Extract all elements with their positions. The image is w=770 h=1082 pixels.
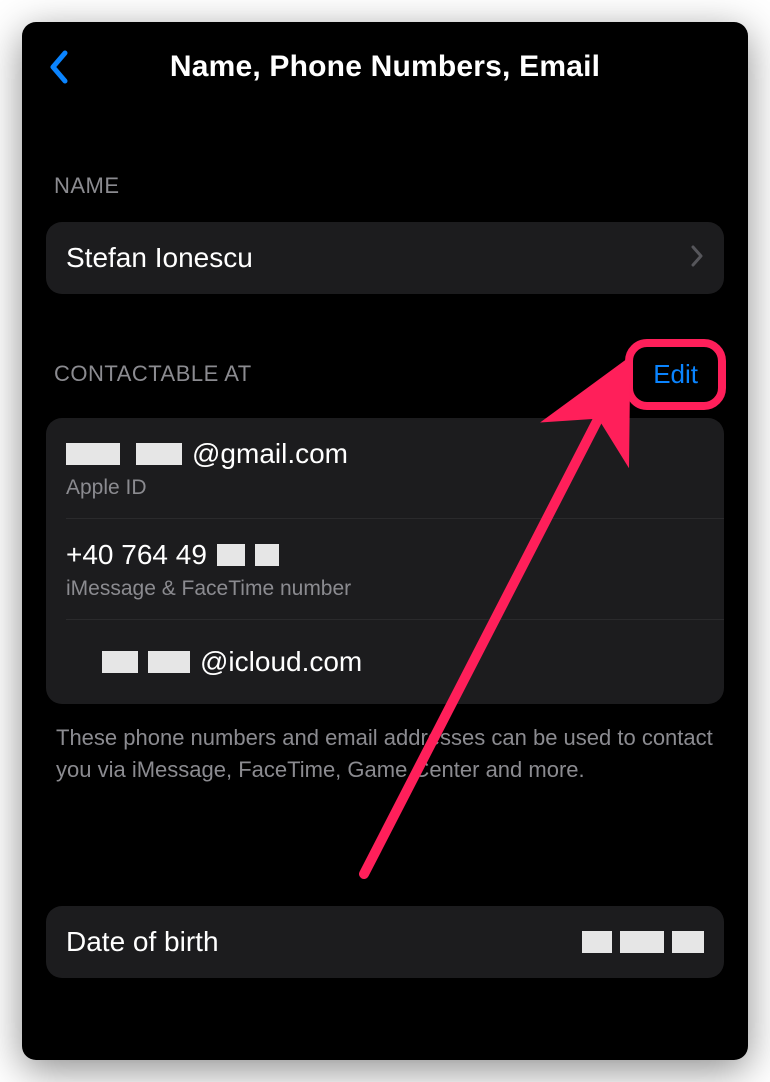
redacted-text [217,544,245,566]
name-row[interactable]: Stefan Ionescu [46,222,724,294]
header: Name, Phone Numbers, Email [22,22,748,112]
edit-button[interactable]: Edit [635,353,716,396]
page-title: Name, Phone Numbers, Email [22,50,748,84]
section-footer-contactable: These phone numbers and email addresses … [22,704,748,786]
section-header-name: NAME [22,160,748,212]
back-button[interactable] [34,43,82,91]
redacted-text [102,651,138,673]
contact-subtitle: iMessage & FaceTime number [66,577,704,601]
settings-screen: Name, Phone Numbers, Email NAME Stefan I… [22,22,748,1060]
redacted-text [582,931,612,953]
chevron-left-icon [47,49,69,85]
name-value: Stefan Ionescu [66,242,253,274]
section-header-contactable: CONTACTABLE AT Edit [22,348,748,400]
redacted-text [255,544,279,566]
redacted-text [136,443,182,465]
redacted-text [672,931,704,953]
redacted-text [620,931,664,953]
contact-value-prefix: +40 764 49 [66,539,207,571]
edit-button-label: Edit [653,359,698,389]
redacted-text [148,651,190,673]
contact-value-suffix: @icloud.com [200,646,362,678]
redacted-text [66,443,120,465]
dob-value-redacted [582,931,704,953]
contactable-card: @gmail.com Apple ID +40 764 49 iMessage … [46,418,724,704]
contact-value-suffix: @gmail.com [192,438,348,470]
section-label-name: NAME [54,173,120,199]
contact-item-email-gmail[interactable]: @gmail.com Apple ID [46,418,724,518]
chevron-right-icon [690,244,704,273]
contact-subtitle: Apple ID [66,476,704,500]
dob-label: Date of birth [66,926,219,958]
section-label-contactable: CONTACTABLE AT [54,361,252,387]
contact-item-phone[interactable]: +40 764 49 iMessage & FaceTime number [46,519,724,619]
dob-row[interactable]: Date of birth [46,906,724,978]
name-card: Stefan Ionescu [46,222,724,294]
dob-card: Date of birth [46,906,724,978]
contact-item-email-icloud[interactable]: @icloud.com [46,620,724,704]
